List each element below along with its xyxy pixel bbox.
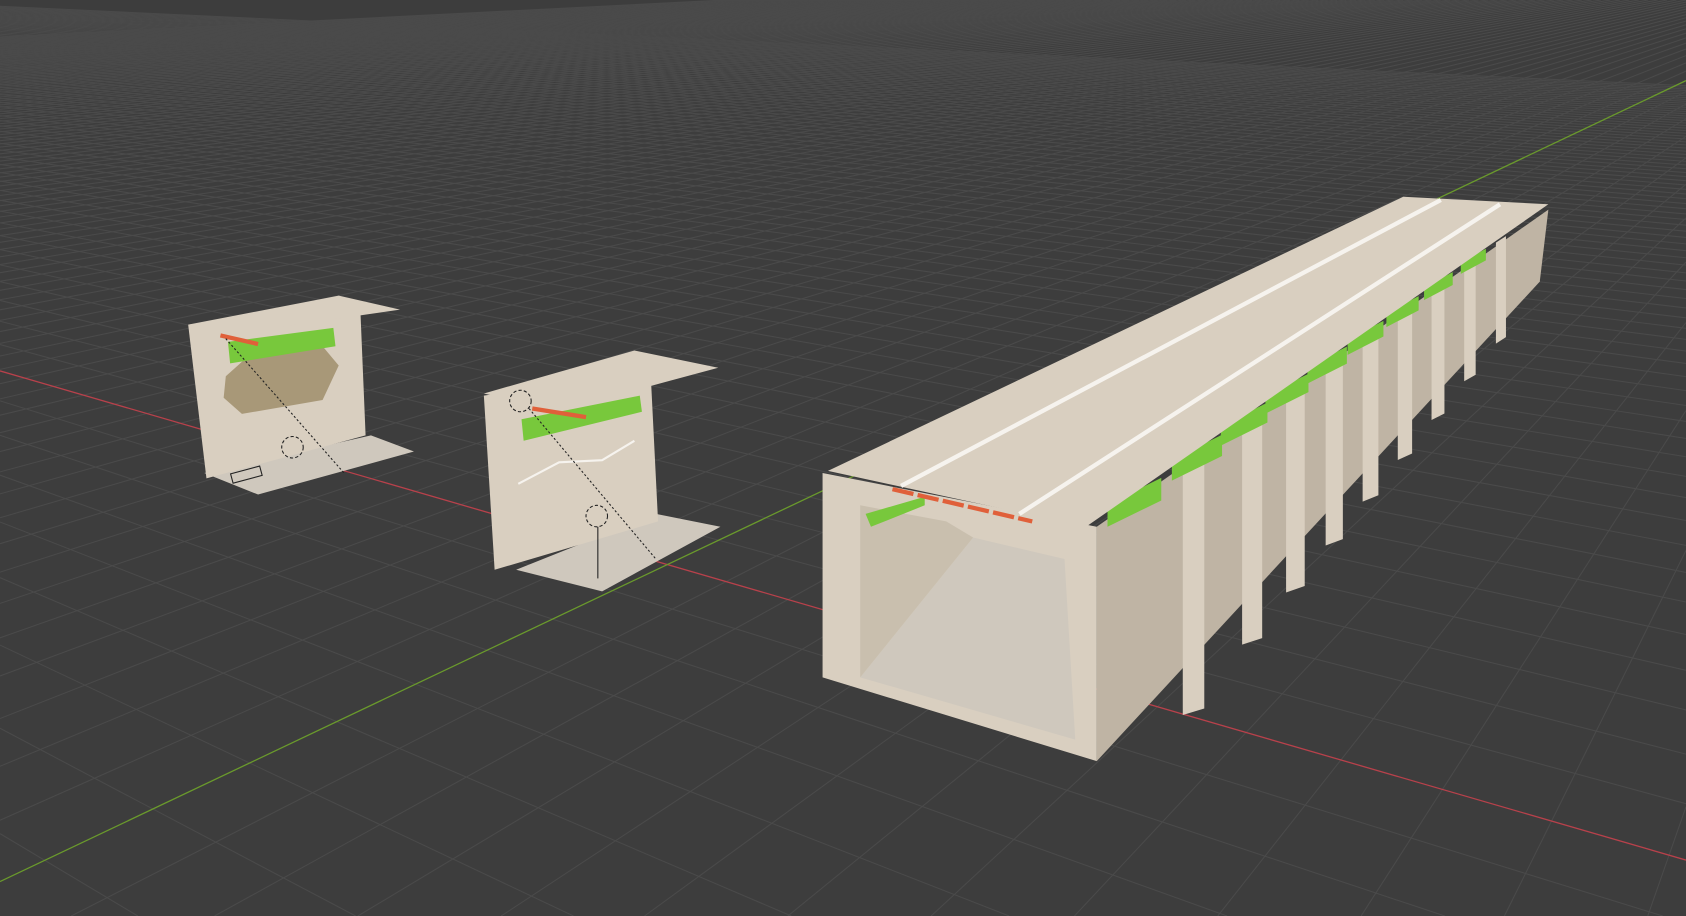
grid-line — [1503, 550, 1686, 916]
corridor-module-small[interactable] — [188, 295, 414, 495]
corridor-rib — [1431, 282, 1445, 420]
corridor-rib — [1286, 386, 1305, 593]
grid-line — [1647, 806, 1686, 916]
viewport-canvas[interactable] — [0, 0, 1686, 916]
corridor-rib — [1325, 358, 1343, 546]
grid-line — [0, 727, 356, 916]
corridor-rib — [1242, 418, 1263, 645]
3d-viewport[interactable] — [0, 0, 1686, 916]
grid-line — [0, 644, 574, 916]
corridor-rib — [1362, 331, 1379, 502]
corridor-assembly-large[interactable] — [822, 196, 1549, 762]
corridor-rib — [1397, 306, 1413, 461]
grid-line — [1360, 410, 1686, 916]
grid-line — [0, 577, 792, 916]
grid-line — [0, 833, 139, 916]
corridor-module-medium[interactable] — [483, 350, 721, 592]
corridor-rib — [1464, 258, 1476, 382]
corridor-rib — [1182, 461, 1205, 715]
corridor-rib — [1495, 236, 1506, 344]
